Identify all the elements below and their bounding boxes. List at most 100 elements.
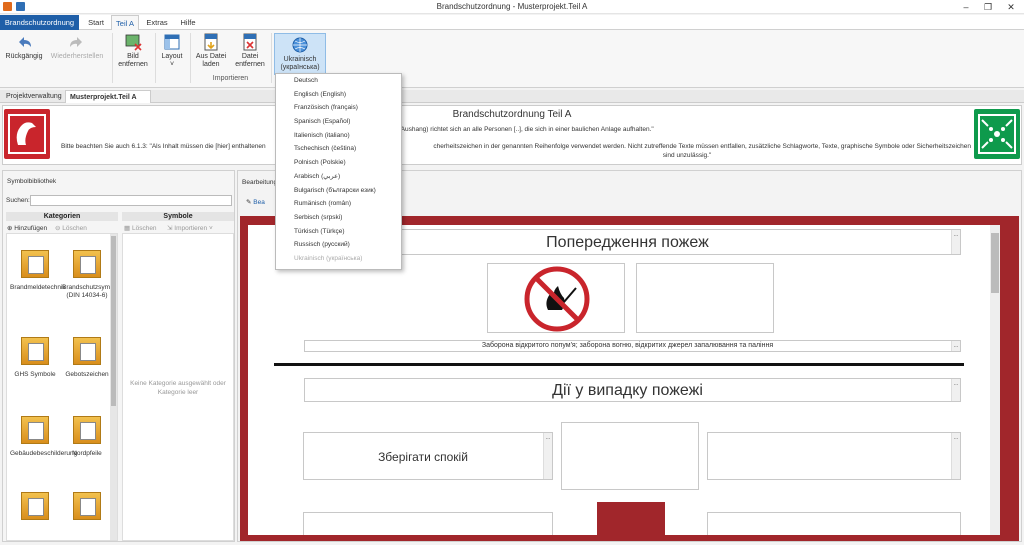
image-slot[interactable] (487, 263, 625, 333)
more-button[interactable]: ... (951, 230, 960, 254)
load-file-label: Aus Datei laden (195, 53, 227, 68)
symbols-header: Symbole (122, 212, 234, 221)
redo-button[interactable]: Wiederherstellen (47, 33, 107, 61)
tab-musterprojekt[interactable]: Musterprojekt.Teil A ✕ (65, 90, 151, 114)
poster-canvas: Попередження пожеж ... Заборона відкрито… (248, 225, 1000, 535)
plus-icon: ⊕ (7, 225, 13, 232)
caption-field[interactable]: Заборона відкритого попум'я; заборона во… (304, 340, 961, 352)
category-item[interactable]: Nordpfeile (62, 416, 112, 458)
language-option-de[interactable]: Deutsch (276, 74, 401, 88)
tab-extras[interactable]: Extras (143, 15, 171, 30)
header-line-3: sind unzulässig." (662, 152, 712, 159)
category-label: Nordpfeile (72, 450, 102, 457)
heading-text: Дії у випадку пожежі (552, 382, 703, 399)
undo-label: Rückgängig (5, 53, 43, 60)
tab-projektverwaltung[interactable]: Projektverwaltung (2, 90, 66, 103)
add-category-label: Hinzufügen (14, 225, 48, 232)
ribbon-separator (190, 33, 191, 83)
symbol-library-title: Symbolbibliothek (7, 178, 57, 185)
scrollbar-thumb[interactable] (991, 233, 999, 293)
action-field[interactable]: ... (707, 432, 961, 480)
delete-category-label: Löschen (62, 225, 87, 232)
language-option-ru[interactable]: Russisch (русский) (276, 238, 401, 252)
language-option-bg[interactable]: Bulgarisch (български език) (276, 184, 401, 198)
language-option-tr[interactable]: Türkisch (Türkçe) (276, 225, 401, 239)
more-button[interactable]: ... (543, 433, 552, 479)
category-list[interactable]: Brandmeldetechnik Brandschutzsymbole (DI… (6, 233, 118, 541)
category-item[interactable]: Gebotszeichen (62, 337, 112, 379)
ribbon-separator (271, 33, 272, 83)
redo-icon (68, 33, 86, 51)
language-option-sr[interactable]: Serbisch (srpski) (276, 211, 401, 225)
edit-button-label: Bea (253, 199, 265, 206)
heading-field[interactable]: Дії у випадку пожежі ... (304, 378, 961, 402)
undo-icon (15, 33, 33, 51)
fire-alarm-sign-icon (597, 502, 665, 535)
import-icon: ⇲ (167, 225, 173, 232)
search-label: Suchen: (6, 197, 30, 204)
scrollbar-thumb[interactable] (111, 236, 116, 406)
remove-image-button[interactable]: Bild entfernen (115, 33, 151, 69)
ribbon-tab-row: Brandschutzordnung Start Teil A Extras H… (0, 15, 1024, 30)
language-dropdown[interactable]: Deutsch Englisch (English) Französisch (… (275, 73, 402, 270)
image-slot[interactable] (561, 422, 699, 490)
tab-teil-a[interactable]: Teil A (111, 15, 139, 30)
undo-button[interactable]: Rückgängig (3, 33, 45, 61)
layout-icon (163, 33, 181, 51)
delete-symbol-button[interactable]: ▦ Löschen (124, 224, 157, 232)
header-title: Brandschutzordnung Teil A (452, 109, 572, 120)
canvas-scrollbar[interactable] (990, 225, 1000, 535)
minimize-icon[interactable]: – (955, 1, 977, 13)
remove-file-button[interactable]: Datei entfernen (232, 33, 268, 69)
delete-symbol-label: Löschen (131, 225, 157, 232)
tab-start[interactable]: Start (84, 15, 108, 30)
load-file-button[interactable]: Aus Datei laden (193, 33, 229, 69)
layout-label: Layout (161, 53, 183, 60)
category-item[interactable]: GHS Symbole (10, 337, 60, 379)
category-item[interactable]: Brandmeldetechnik (10, 250, 66, 292)
tab-hilfe[interactable]: Hilfe (175, 15, 201, 30)
symbol-library-panel: Symbolbibliothek Suchen: Kategorien Symb… (2, 170, 235, 542)
more-button[interactable]: ... (951, 433, 960, 479)
close-icon[interactable]: ✕ (1000, 1, 1022, 13)
action-field[interactable]: Зберігати спокій ... (303, 432, 553, 480)
language-option-ro[interactable]: Rumänisch (român) (276, 197, 401, 211)
language-option-es[interactable]: Spanisch (Español) (276, 115, 401, 129)
globe-icon (291, 36, 309, 54)
tab-musterprojekt-label: Musterprojekt.Teil A (70, 94, 137, 101)
more-button[interactable]: ... (951, 379, 960, 401)
language-button[interactable]: Ukrainisch (українська) (274, 33, 326, 75)
heading-field[interactable]: Попередження пожеж ... (304, 229, 961, 255)
category-scrollbar[interactable] (110, 234, 117, 540)
action-field[interactable] (303, 512, 553, 535)
more-button[interactable]: ... (951, 341, 960, 351)
language-option-cs[interactable]: Tschechisch (čeština) (276, 142, 401, 156)
delete-category-button[interactable]: ⊖ Löschen (55, 224, 87, 232)
language-option-fr[interactable]: Französisch (français) (276, 101, 401, 115)
language-option-ar[interactable]: Arabisch (عربي) (276, 170, 401, 184)
categories-header: Kategorien (6, 212, 118, 221)
add-category-button[interactable]: ⊕ Hinzufügen (7, 224, 47, 232)
assembly-point-sign-icon (974, 109, 1020, 159)
action-field[interactable] (707, 512, 961, 535)
import-symbol-button[interactable]: ⇲ Importieren ˅ (167, 224, 213, 232)
edit-button[interactable]: ✎ Bea (246, 198, 265, 206)
language-option-en[interactable]: Englisch (English) (276, 88, 401, 102)
category-item[interactable]: Brandschutzsymbole (DIN 14034-6) (62, 250, 117, 300)
file-tab[interactable]: Brandschutzordnung (0, 15, 79, 30)
language-option-it[interactable]: Italienisch (italiano) (276, 129, 401, 143)
category-item[interactable] (62, 492, 112, 526)
window-title: Brandschutzordnung - Musterprojekt.Teil … (436, 2, 588, 11)
category-label: Gebotszeichen (65, 371, 109, 378)
symbol-list[interactable]: Keine Kategorie ausgewählt oder Kategori… (122, 233, 234, 541)
category-item[interactable] (10, 492, 60, 526)
language-option-uk[interactable]: Ukrainisch (українська) (276, 252, 401, 266)
layout-button[interactable]: Layout ˅ (158, 33, 186, 69)
category-icon (73, 250, 101, 278)
pencil-icon: ✎ (246, 199, 252, 206)
category-item[interactable]: Gebäudebeschilderung (10, 416, 77, 458)
language-option-pl[interactable]: Polnisch (Polskie) (276, 156, 401, 170)
restore-icon[interactable]: ❐ (977, 1, 999, 13)
image-slot[interactable] (636, 263, 774, 333)
search-input[interactable] (30, 195, 232, 206)
